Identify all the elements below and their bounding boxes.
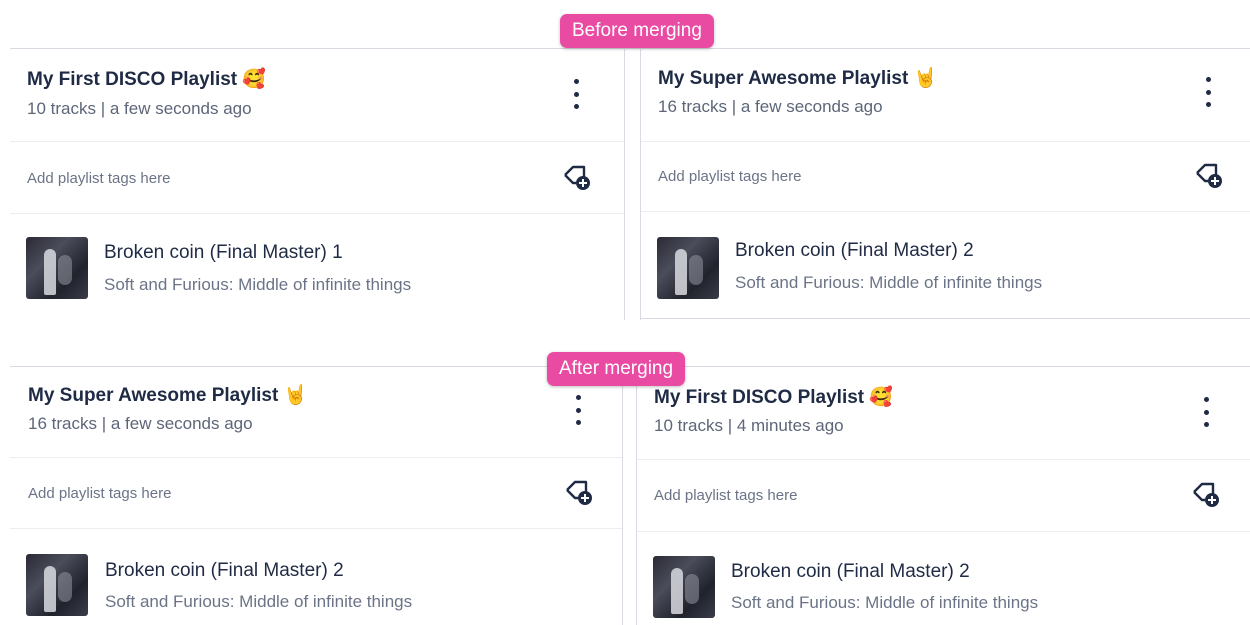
playlist-card: My First DISCO Playlist 🥰 10 tracks | 4 … [636, 367, 1250, 625]
card-divider [640, 141, 1250, 142]
track-subtitle: Soft and Furious: Middle of infinite thi… [105, 592, 413, 611]
track-title[interactable]: Broken coin (Final Master) 2 [731, 561, 970, 583]
playlist-meta: 10 tracks | a few seconds ago [27, 99, 252, 118]
card-divider [636, 459, 1250, 460]
track-subtitle: Soft and Furious: Middle of infinite thi… [735, 273, 1043, 292]
track-subtitle: Soft and Furious: Middle of infinite thi… [731, 593, 1039, 612]
playlist-meta: 16 tracks | a few seconds ago [658, 97, 883, 116]
column-divider [622, 367, 623, 625]
track-title[interactable]: Broken coin (Final Master) 2 [735, 240, 974, 262]
playlist-title-text: My Super Awesome Playlist [658, 68, 909, 89]
card-bottom-border [640, 318, 1250, 319]
after-merging-label: After merging [547, 352, 686, 386]
add-tags-field[interactable]: Add playlist tags here [658, 168, 801, 185]
add-tag-icon[interactable] [562, 163, 592, 193]
playlist-emoji: 🤘 [913, 68, 938, 89]
add-tag-icon[interactable] [1191, 480, 1221, 510]
add-tags-field[interactable]: Add playlist tags here [654, 487, 797, 504]
card-divider [10, 528, 622, 529]
before-merging-section: Before merging My First DISCO Playlist 🥰… [0, 0, 1250, 320]
after-merging-section: After merging My Super Awesome Playlist … [0, 352, 1250, 625]
card-divider [10, 141, 624, 142]
album-art [26, 237, 88, 299]
card-divider [636, 531, 1250, 532]
playlist-emoji: 🤘 [283, 385, 308, 406]
track-title[interactable]: Broken coin (Final Master) 1 [104, 242, 343, 264]
kebab-menu-icon[interactable] [1198, 77, 1218, 107]
playlist-emoji: 🥰 [242, 69, 267, 90]
playlist-title[interactable]: My Super Awesome Playlist 🤘 [28, 383, 307, 407]
playlist-title-text: My Super Awesome Playlist [28, 385, 279, 406]
column-divider [640, 49, 641, 320]
playlist-meta: 16 tracks | a few seconds ago [28, 414, 253, 433]
card-divider [10, 457, 622, 458]
add-tag-icon[interactable] [1194, 161, 1224, 191]
playlist-card: My First DISCO Playlist 🥰 10 tracks | a … [0, 49, 624, 320]
playlist-meta: 10 tracks | 4 minutes ago [654, 416, 844, 435]
track-title[interactable]: Broken coin (Final Master) 2 [105, 560, 344, 582]
track-subtitle: Soft and Furious: Middle of infinite thi… [104, 275, 412, 294]
column-divider [636, 367, 637, 625]
album-art [653, 556, 715, 618]
playlist-title[interactable]: My Super Awesome Playlist 🤘 [658, 66, 937, 90]
playlist-card: My Super Awesome Playlist 🤘 16 tracks | … [640, 49, 1250, 320]
before-merging-label: Before merging [560, 14, 714, 48]
add-tags-field[interactable]: Add playlist tags here [28, 485, 171, 502]
add-tags-field[interactable]: Add playlist tags here [27, 170, 170, 187]
album-art [26, 554, 88, 616]
card-divider [10, 213, 624, 214]
playlist-title[interactable]: My First DISCO Playlist 🥰 [654, 385, 893, 409]
kebab-menu-icon[interactable] [1196, 397, 1216, 427]
column-divider [624, 49, 625, 320]
playlist-title[interactable]: My First DISCO Playlist 🥰 [27, 67, 266, 91]
album-art [657, 237, 719, 299]
playlist-title-text: My First DISCO Playlist [27, 69, 238, 90]
card-divider [640, 211, 1250, 212]
playlist-card: My Super Awesome Playlist 🤘 16 tracks | … [0, 367, 622, 625]
playlist-emoji: 🥰 [869, 387, 894, 408]
kebab-menu-icon[interactable] [568, 395, 588, 425]
playlist-title-text: My First DISCO Playlist [654, 387, 865, 408]
kebab-menu-icon[interactable] [566, 79, 586, 109]
add-tag-icon[interactable] [564, 478, 594, 508]
